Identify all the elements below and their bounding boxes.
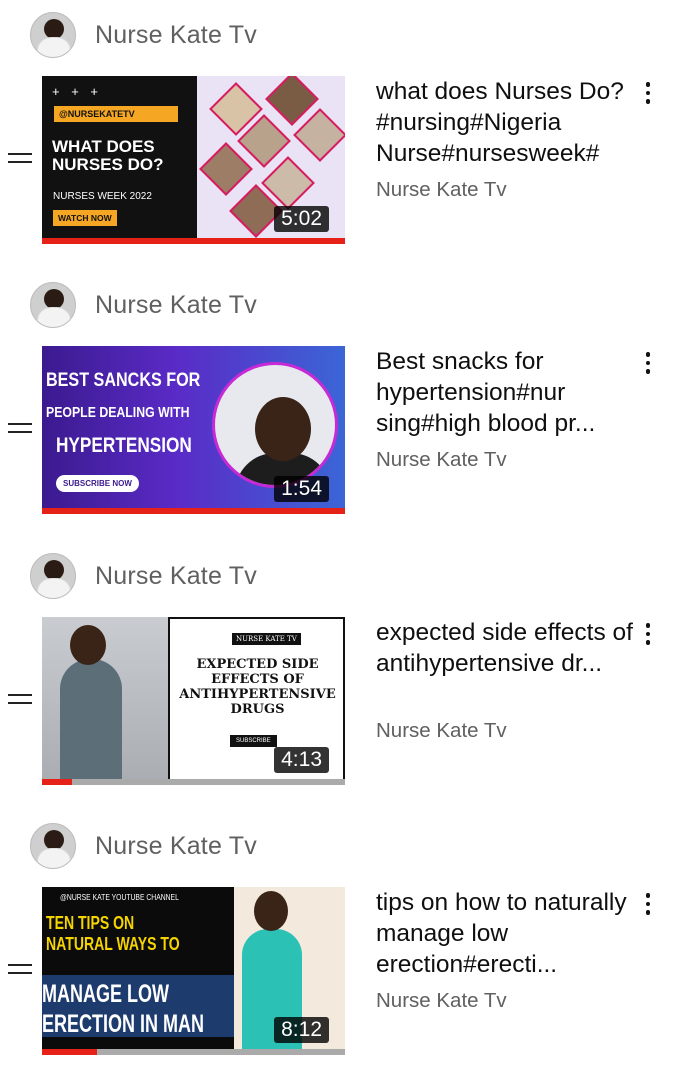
channel-name[interactable]: Nurse Kate Tv — [95, 832, 257, 861]
watch-progress-bar — [42, 1049, 97, 1055]
thumb-text: NURSES WEEK 2022 — [53, 191, 152, 202]
channel-avatar[interactable] — [30, 282, 76, 328]
thumb-text: @NURSEKATETV — [54, 106, 178, 122]
thumb-text: HYPERTENSION — [56, 434, 192, 457]
video-channel: Nurse Kate Tv — [376, 989, 507, 1012]
video-duration: 8:12 — [274, 1017, 329, 1043]
drag-handle-icon[interactable] — [8, 692, 32, 706]
watch-progress-bar — [42, 779, 73, 785]
video-title[interactable]: tips on how to naturally manage low erec… — [376, 887, 638, 980]
channel-avatar[interactable] — [30, 823, 76, 869]
channel-row[interactable]: Nurse Kate Tv — [30, 12, 257, 58]
video-title[interactable]: Best snacks for hypertension#nur sing#hi… — [376, 346, 638, 439]
watch-progress-bar — [42, 238, 345, 244]
video-channel: Nurse Kate Tv — [376, 719, 507, 742]
video-channel: Nurse Kate Tv — [376, 448, 507, 471]
thumb-text: + + + — [52, 84, 102, 99]
channel-row[interactable]: Nurse Kate Tv — [30, 823, 257, 869]
video-title[interactable]: what does Nurses Do?#nursing#Nigeria Nur… — [376, 76, 638, 169]
thumb-text: EXPECTED SIDE EFFECTS OF ANTIHYPERTENSIV… — [179, 657, 336, 717]
video-thumbnail[interactable]: @NURSE KATE YOUTUBE CHANNEL TEN TIPS ON … — [42, 887, 345, 1055]
thumb-text: @NURSE KATE YOUTUBE CHANNEL — [60, 893, 179, 902]
playlist-item: Nurse Kate Tv BEST SANCKS FOR PEOPLE DEA… — [0, 270, 683, 540]
video-thumbnail[interactable]: NURSE KATE TV EXPECTED SIDE EFFECTS OF A… — [42, 617, 345, 785]
thumb-text: PEOPLE DEALING WITH — [46, 404, 190, 421]
thumb-text: MANAGE LOW ERECTION IN MAN — [42, 980, 204, 1038]
channel-row[interactable]: Nurse Kate Tv — [30, 282, 257, 328]
more-options-icon[interactable] — [641, 623, 655, 647]
watch-progress-bar — [42, 508, 345, 514]
channel-name[interactable]: Nurse Kate Tv — [95, 291, 257, 320]
drag-handle-icon[interactable] — [8, 151, 32, 165]
playlist-item: Nurse Kate Tv @NURSE KATE YOUTUBE CHANNE… — [0, 811, 683, 1080]
more-options-icon[interactable] — [641, 82, 655, 106]
more-options-icon[interactable] — [641, 352, 655, 376]
channel-name[interactable]: Nurse Kate Tv — [95, 562, 257, 591]
thumbnail-photo — [42, 617, 168, 785]
thumb-text: NURSE KATE TV — [232, 633, 301, 645]
thumb-text: BEST SANCKS FOR — [46, 370, 201, 391]
video-duration: 4:13 — [274, 747, 329, 773]
channel-avatar[interactable] — [30, 553, 76, 599]
thumb-text: SUBSCRIBE — [230, 735, 277, 747]
more-options-icon[interactable] — [641, 893, 655, 917]
video-thumbnail[interactable]: BEST SANCKS FOR PEOPLE DEALING WITH HYPE… — [42, 346, 345, 514]
thumb-text: WATCH NOW — [53, 210, 117, 226]
playlist-item: Nurse Kate Tv NURSE KATE TV EXPECTED SID… — [0, 541, 683, 811]
channel-avatar[interactable] — [30, 12, 76, 58]
watch-progress-track — [42, 779, 345, 785]
drag-handle-icon[interactable] — [8, 962, 32, 976]
thumb-text: TEN TIPS ON NATURAL WAYS TO — [46, 913, 180, 954]
presenter-photo — [212, 362, 338, 488]
thumb-text: SUBSCRIBE NOW — [56, 475, 139, 492]
video-channel: Nurse Kate Tv — [376, 178, 507, 201]
playlist-item: Nurse Kate Tv + + + @NURSEKATETV WHAT DO… — [0, 0, 683, 270]
channel-name[interactable]: Nurse Kate Tv — [95, 21, 257, 50]
video-duration: 1:54 — [274, 476, 329, 502]
drag-handle-icon[interactable] — [8, 421, 32, 435]
channel-row[interactable]: Nurse Kate Tv — [30, 553, 257, 599]
thumb-text: WHAT DOES NURSES DO? — [52, 137, 164, 174]
video-duration: 5:02 — [274, 206, 329, 232]
video-thumbnail[interactable]: + + + @NURSEKATETV WHAT DOES NURSES DO? … — [42, 76, 345, 244]
video-title[interactable]: expected side effects of antihypertensiv… — [376, 617, 638, 679]
